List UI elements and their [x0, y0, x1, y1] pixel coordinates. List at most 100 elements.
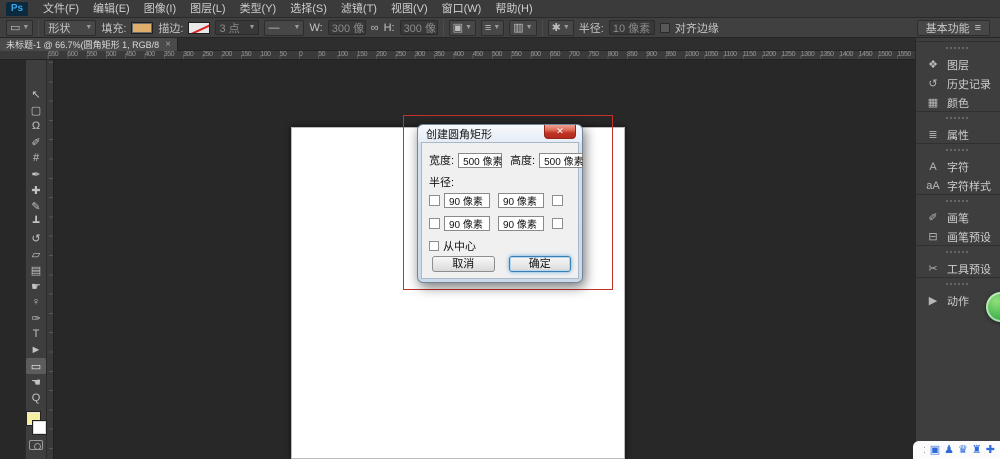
- workspace-switcher[interactable]: 基本功能 ≡: [917, 20, 990, 36]
- healing-brush-tool[interactable]: ✚: [26, 182, 46, 198]
- stroke-style-select[interactable]: — ▼: [264, 20, 304, 36]
- fill-color-swatch[interactable]: [131, 22, 153, 34]
- crop-tool[interactable]: #: [26, 150, 46, 166]
- panel-layers[interactable]: ❖ 图层: [916, 55, 1000, 74]
- link-dimensions-icon[interactable]: ∞: [371, 20, 379, 36]
- height-label: H:: [384, 22, 395, 34]
- rounded-rectangle-tool[interactable]: ▭: [26, 358, 46, 374]
- panel-properties[interactable]: ≣ 属性: [916, 125, 1000, 144]
- menu-help[interactable]: 帮助(H): [488, 0, 539, 18]
- menu-window[interactable]: 窗口(W): [435, 0, 489, 18]
- vertical-ruler[interactable]: [46, 60, 54, 459]
- lasso-tool[interactable]: Ω: [26, 118, 46, 134]
- path-operations-button[interactable]: ▣ ▼: [449, 20, 476, 36]
- stroke-color-swatch[interactable]: [188, 22, 210, 34]
- screenshot-icon[interactable]: ▣: [930, 441, 940, 459]
- eyedropper-tool[interactable]: ✒: [26, 166, 46, 182]
- radius-link-checkbox-top-left[interactable]: [429, 195, 440, 206]
- radius-link-checkbox-bottom-right[interactable]: [552, 218, 563, 229]
- radius-bottom-right-input[interactable]: 90 像素: [498, 216, 544, 231]
- panel-character[interactable]: A 字符: [916, 157, 1000, 176]
- panel-color[interactable]: ▦ 颜色: [916, 93, 1000, 112]
- radius-bottom-left-input[interactable]: 90 像素: [444, 216, 490, 231]
- gradient-tool[interactable]: ▤: [26, 262, 46, 278]
- history-brush-tool[interactable]: ↺: [26, 230, 46, 246]
- panel-brush-presets[interactable]: ⊟ 画笔预设: [916, 227, 1000, 246]
- chevron-down-icon: ▼: [85, 24, 92, 31]
- panel-brush[interactable]: ✐ 画笔: [916, 208, 1000, 227]
- chevron-down-icon: ▼: [22, 24, 29, 31]
- hand-tool[interactable]: ☚: [26, 374, 46, 390]
- menu-image[interactable]: 图像(I): [137, 0, 183, 18]
- wrench-icon[interactable]: ✚: [986, 441, 995, 459]
- cancel-button[interactable]: 取消: [432, 256, 495, 272]
- chevron-down-icon: ▼: [465, 24, 472, 31]
- marquee-tool[interactable]: ▢: [26, 102, 46, 118]
- panel-icon: ❖: [926, 58, 940, 71]
- dialog-width-input[interactable]: 500 像素: [458, 153, 502, 168]
- smudge-tool[interactable]: ☛: [26, 278, 46, 294]
- panel-icon: ≣: [926, 128, 940, 141]
- radius-input[interactable]: 10 像素: [609, 20, 655, 35]
- menu-filter[interactable]: 滤镜(T): [334, 0, 384, 18]
- menu-select[interactable]: 选择(S): [283, 0, 334, 18]
- shape-width-input[interactable]: 300 像: [328, 20, 366, 35]
- tools-panel: ↖▢Ω✐#✒✚✎┻↺▱▤☛♀✑T►▭☚Q: [25, 60, 47, 459]
- user-icon[interactable]: ♟: [944, 441, 954, 459]
- pen-tool[interactable]: ✑: [26, 310, 46, 326]
- panel-dock: ❖ 图层 ↺ 历史记录 ▦ 颜色 ≣ 属性 A 字符 aA 字符样式 ✐ 画笔: [915, 38, 1000, 459]
- close-tab-icon[interactable]: ×: [165, 40, 171, 50]
- path-alignment-button[interactable]: ≡ ▼: [481, 20, 504, 36]
- panel-history[interactable]: ↺ 历史记录: [916, 74, 1000, 93]
- canvas-area: 创建圆角矩形 ✕ 宽度: 500 像素 高度: 500 像素 半径: 90 像素…: [55, 60, 915, 459]
- type-tool[interactable]: T: [26, 326, 46, 342]
- dodge-tool[interactable]: ♀: [26, 294, 46, 310]
- radius-link-checkbox-top-right[interactable]: [552, 195, 563, 206]
- stroke-width-input[interactable]: 3 点 ▼: [215, 20, 259, 35]
- brush-tool[interactable]: ✎: [26, 198, 46, 214]
- align-edges-checkbox[interactable]: [660, 23, 670, 33]
- radius-top-left-input[interactable]: 90 像素: [444, 193, 490, 208]
- quick-mask-icon[interactable]: [29, 440, 43, 450]
- chevron-down-icon: ▼: [563, 24, 570, 31]
- from-center-checkbox[interactable]: [429, 241, 439, 251]
- background-color-swatch[interactable]: [33, 421, 46, 434]
- clone-stamp-tool[interactable]: ┻: [26, 214, 46, 230]
- document-title: 未标题-1 @ 66.7%(圆角矩形 1, RGB/8) *: [6, 38, 159, 51]
- menu-bar: Ps 文件(F)编辑(E)图像(I)图层(L)类型(Y)选择(S)滤镜(T)视图…: [0, 0, 1000, 18]
- menu-type[interactable]: 类型(Y): [233, 0, 284, 18]
- tool-buttons: ↖▢Ω✐#✒✚✎┻↺▱▤☛♀✑T►▭☚Q: [26, 86, 46, 406]
- radius-link-checkbox-bottom-left[interactable]: [429, 218, 440, 229]
- path-selection-tool[interactable]: ►: [26, 342, 46, 358]
- geometry-options-button[interactable]: ✱ ▼: [548, 20, 574, 36]
- menu-file[interactable]: 文件(F): [36, 0, 86, 18]
- panel-icon: A: [926, 161, 940, 173]
- chevron-down-icon: ▼: [493, 24, 500, 31]
- from-center-label: 从中心: [443, 238, 476, 254]
- radius-top-right-input[interactable]: 90 像素: [498, 193, 544, 208]
- panel-character-styles[interactable]: aA 字符样式: [916, 176, 1000, 195]
- panel-icon: aA: [926, 180, 940, 192]
- menu-view[interactable]: 视图(V): [384, 0, 435, 18]
- dialog-height-input[interactable]: 500 像素: [539, 153, 583, 168]
- dialog-close-button[interactable]: ✕: [544, 125, 576, 139]
- eraser-tool[interactable]: ▱: [26, 246, 46, 262]
- move-tool[interactable]: ↖: [26, 86, 46, 102]
- clothing-icon[interactable]: ♛: [958, 441, 968, 459]
- menu-edit[interactable]: 编辑(E): [86, 0, 137, 18]
- shop-icon[interactable]: ♜: [972, 441, 982, 459]
- horizontal-ruler[interactable]: 6506005505004504003503002502001501005005…: [46, 51, 915, 60]
- panel-icon: ✂: [926, 262, 940, 275]
- document-tab[interactable]: 未标题-1 @ 66.7%(圆角矩形 1, RGB/8) * ×: [0, 38, 178, 51]
- dialog-titlebar[interactable]: 创建圆角矩形 ✕: [418, 125, 582, 142]
- tool-mode-select[interactable]: 形状 ▼: [44, 20, 96, 36]
- zoom-tool[interactable]: Q: [26, 390, 46, 406]
- ok-button[interactable]: 确定: [509, 256, 572, 272]
- menu-layer[interactable]: 图层(L): [183, 0, 232, 18]
- path-arrange-button[interactable]: ▥ ▼: [509, 20, 536, 36]
- shape-height-input[interactable]: 300 像: [400, 20, 438, 35]
- panel-tool-presets[interactable]: ✂ 工具预设: [916, 259, 1000, 278]
- tool-preset-picker[interactable]: ▭ ▼: [6, 20, 33, 36]
- path-operations-icon: ▣: [453, 20, 463, 36]
- quick-selection-tool[interactable]: ✐: [26, 134, 46, 150]
